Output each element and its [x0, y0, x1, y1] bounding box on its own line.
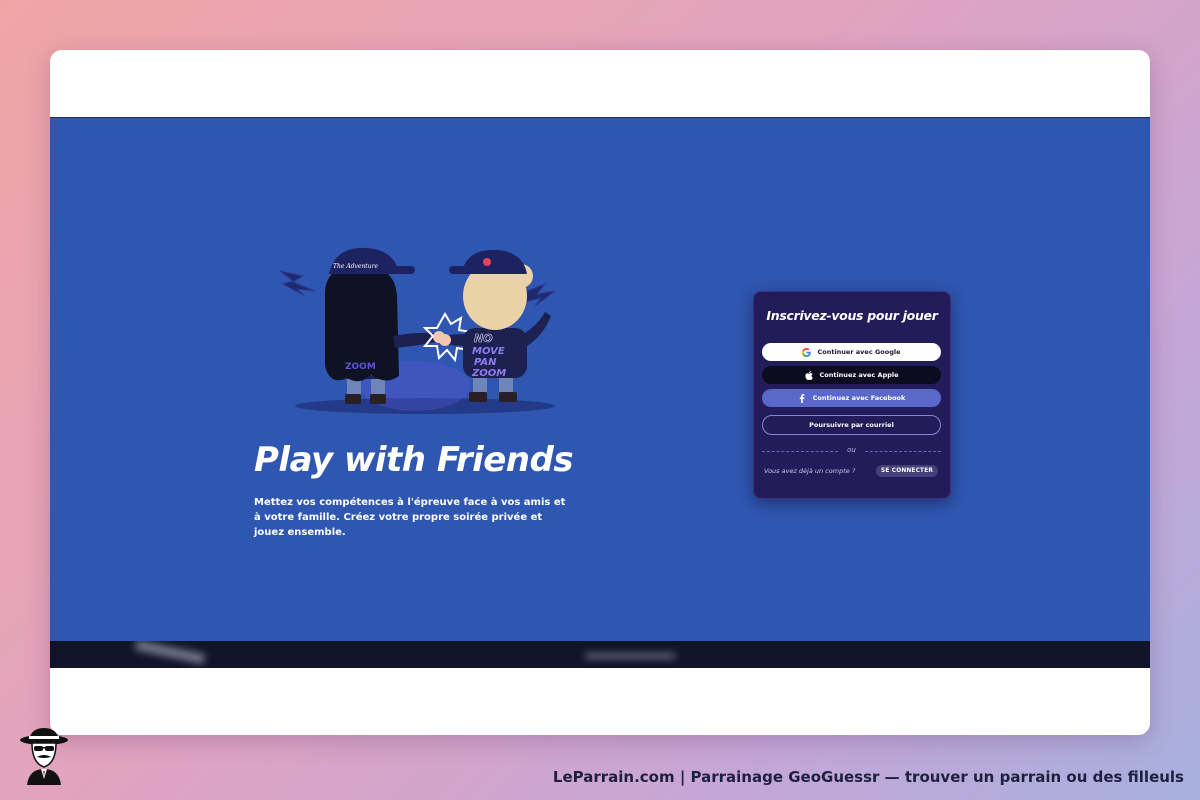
login-button[interactable]: SE CONNECTER [876, 465, 938, 477]
back-text: ZOOM [345, 362, 376, 372]
signup-panel: Inscrivez-vous pour jouer Continuer avec… [753, 291, 951, 499]
shirt-text-2: MOVE [472, 346, 505, 357]
signup-title: Inscrivez-vous pour jouer [766, 308, 938, 323]
continue-facebook-button[interactable]: Continuez avec Facebook [762, 389, 941, 407]
email-button-label: Poursuivre par courriel [809, 421, 894, 429]
continue-email-button[interactable]: Poursuivre par courriel [762, 415, 941, 435]
map-pin-icon [483, 258, 491, 266]
shirt-text-1: NO [474, 332, 493, 345]
lightning-left-icon [279, 270, 316, 297]
or-divider: ou [762, 446, 941, 456]
facebook-button-label: Continuez avec Facebook [812, 394, 906, 402]
facebook-icon [798, 393, 807, 403]
mascot-logo-icon [20, 728, 68, 785]
browser-card: The Adventure ZOOM NO MOVE PAN ZOOM Play… [50, 50, 1150, 735]
apple-button-label: Continuez avec Apple [819, 371, 899, 379]
or-text: ou [847, 446, 856, 454]
shirt-text-3: PAN [474, 357, 497, 368]
footer-caption: LeParrain.com | Parrainage GeoGuessr — t… [552, 768, 1184, 786]
google-button-label: Continuer avec Google [817, 348, 901, 356]
hero-description: Mettez vos compétences à l'épreuve face … [254, 497, 566, 538]
hero-section: The Adventure ZOOM NO MOVE PAN ZOOM Play… [50, 118, 1150, 641]
continue-apple-button[interactable]: Continuez avec Apple [762, 366, 941, 384]
already-account-text: Vous avez déjà un compte ? [764, 467, 856, 475]
dark-strip [50, 641, 1150, 668]
top-bar [50, 50, 1150, 118]
bottom-area [50, 668, 1150, 735]
friends-illustration: The Adventure ZOOM NO MOVE PAN ZOOM [279, 247, 556, 414]
hero-title: Play with Friends [254, 440, 574, 480]
apple-icon [804, 370, 813, 380]
cap-text: The Adventure [333, 263, 378, 270]
lightning-right-icon [524, 282, 556, 307]
continue-google-button[interactable]: Continuer avec Google [762, 343, 941, 361]
shirt-text-4: ZOOM [471, 368, 506, 379]
google-icon [802, 347, 812, 357]
